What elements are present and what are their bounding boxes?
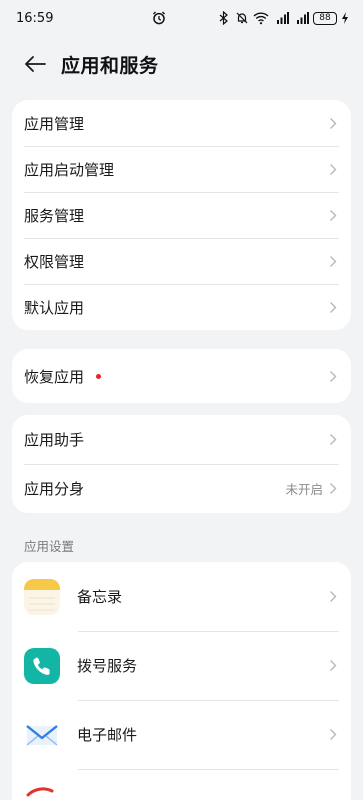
signal-icon-2 bbox=[297, 12, 309, 24]
row-label: 恢复应用 bbox=[24, 367, 85, 386]
chevron-right-icon bbox=[327, 432, 339, 448]
header: 应用和服务 bbox=[0, 42, 363, 86]
row-label: 权限管理 bbox=[24, 252, 85, 271]
status-time: 16:59 bbox=[16, 10, 54, 26]
back-button[interactable] bbox=[21, 50, 49, 78]
status-icons: 88 bbox=[217, 11, 349, 25]
chevron-right-icon bbox=[327, 368, 339, 384]
row-label: 应用分身 bbox=[24, 480, 85, 498]
settings-group-apps: 应用管理 应用启动管理 服务管理 权限管理 默认应用 bbox=[12, 100, 351, 330]
notes-icon bbox=[24, 578, 60, 615]
alarm-icon bbox=[153, 11, 165, 25]
permission-management-item[interactable]: 权限管理 bbox=[12, 238, 351, 284]
app-item-partial[interactable] bbox=[12, 769, 351, 800]
restore-apps-item[interactable]: 恢复应用 bbox=[12, 351, 351, 401]
row-label: 服务管理 bbox=[24, 206, 85, 225]
chevron-right-icon bbox=[327, 299, 339, 315]
app-label: 备忘录 bbox=[77, 588, 123, 606]
back-arrow-icon bbox=[25, 56, 46, 72]
wifi-icon bbox=[253, 12, 269, 25]
settings-group-assist: 应用助手 应用分身 未开启 bbox=[12, 415, 351, 513]
mute-bell-icon bbox=[236, 12, 248, 24]
chevron-right-icon bbox=[327, 481, 339, 497]
row-label: 默认应用 bbox=[24, 298, 85, 317]
row-label: 应用管理 bbox=[24, 114, 85, 133]
chevron-right-icon bbox=[327, 589, 339, 605]
charging-icon bbox=[342, 12, 348, 24]
chevron-right-icon bbox=[327, 115, 339, 131]
notification-dot bbox=[96, 373, 102, 379]
section-title-app-settings: 应用设置 bbox=[24, 539, 75, 554]
row-label: 应用助手 bbox=[24, 431, 85, 449]
app-startup-management-item[interactable]: 应用启动管理 bbox=[12, 146, 351, 192]
service-management-item[interactable]: 服务管理 bbox=[12, 192, 351, 238]
app-twin-status: 未开启 bbox=[285, 482, 323, 497]
page-title: 应用和服务 bbox=[61, 54, 159, 77]
mail-icon bbox=[24, 716, 60, 753]
app-settings-list: 备忘录 拨号服务 电子邮件 bbox=[12, 562, 351, 800]
bluetooth-icon bbox=[219, 11, 228, 25]
app-twin-item[interactable]: 应用分身 未开启 bbox=[12, 464, 351, 513]
status-bar: 16:59 88 bbox=[0, 0, 363, 36]
chevron-right-icon bbox=[327, 253, 339, 269]
app-label: 拨号服务 bbox=[77, 657, 138, 675]
app-icon-partial bbox=[24, 779, 60, 799]
app-assistant-item[interactable]: 应用助手 bbox=[12, 415, 351, 464]
app-item-dialer[interactable]: 拨号服务 bbox=[12, 631, 351, 700]
phone-icon bbox=[24, 647, 60, 684]
app-item-email[interactable]: 电子邮件 bbox=[12, 700, 351, 769]
settings-group-restore: 恢复应用 bbox=[12, 349, 351, 403]
signal-icon-1 bbox=[277, 12, 289, 24]
battery-indicator: 88 bbox=[313, 11, 337, 25]
chevron-right-icon bbox=[327, 727, 339, 743]
chevron-right-icon bbox=[327, 658, 339, 674]
app-label: 电子邮件 bbox=[77, 726, 138, 744]
row-label: 应用启动管理 bbox=[24, 160, 115, 179]
app-management-item[interactable]: 应用管理 bbox=[12, 100, 351, 146]
chevron-right-icon bbox=[327, 207, 339, 223]
chevron-right-icon bbox=[327, 161, 339, 177]
default-apps-item[interactable]: 默认应用 bbox=[12, 284, 351, 330]
app-item-notes[interactable]: 备忘录 bbox=[12, 562, 351, 631]
